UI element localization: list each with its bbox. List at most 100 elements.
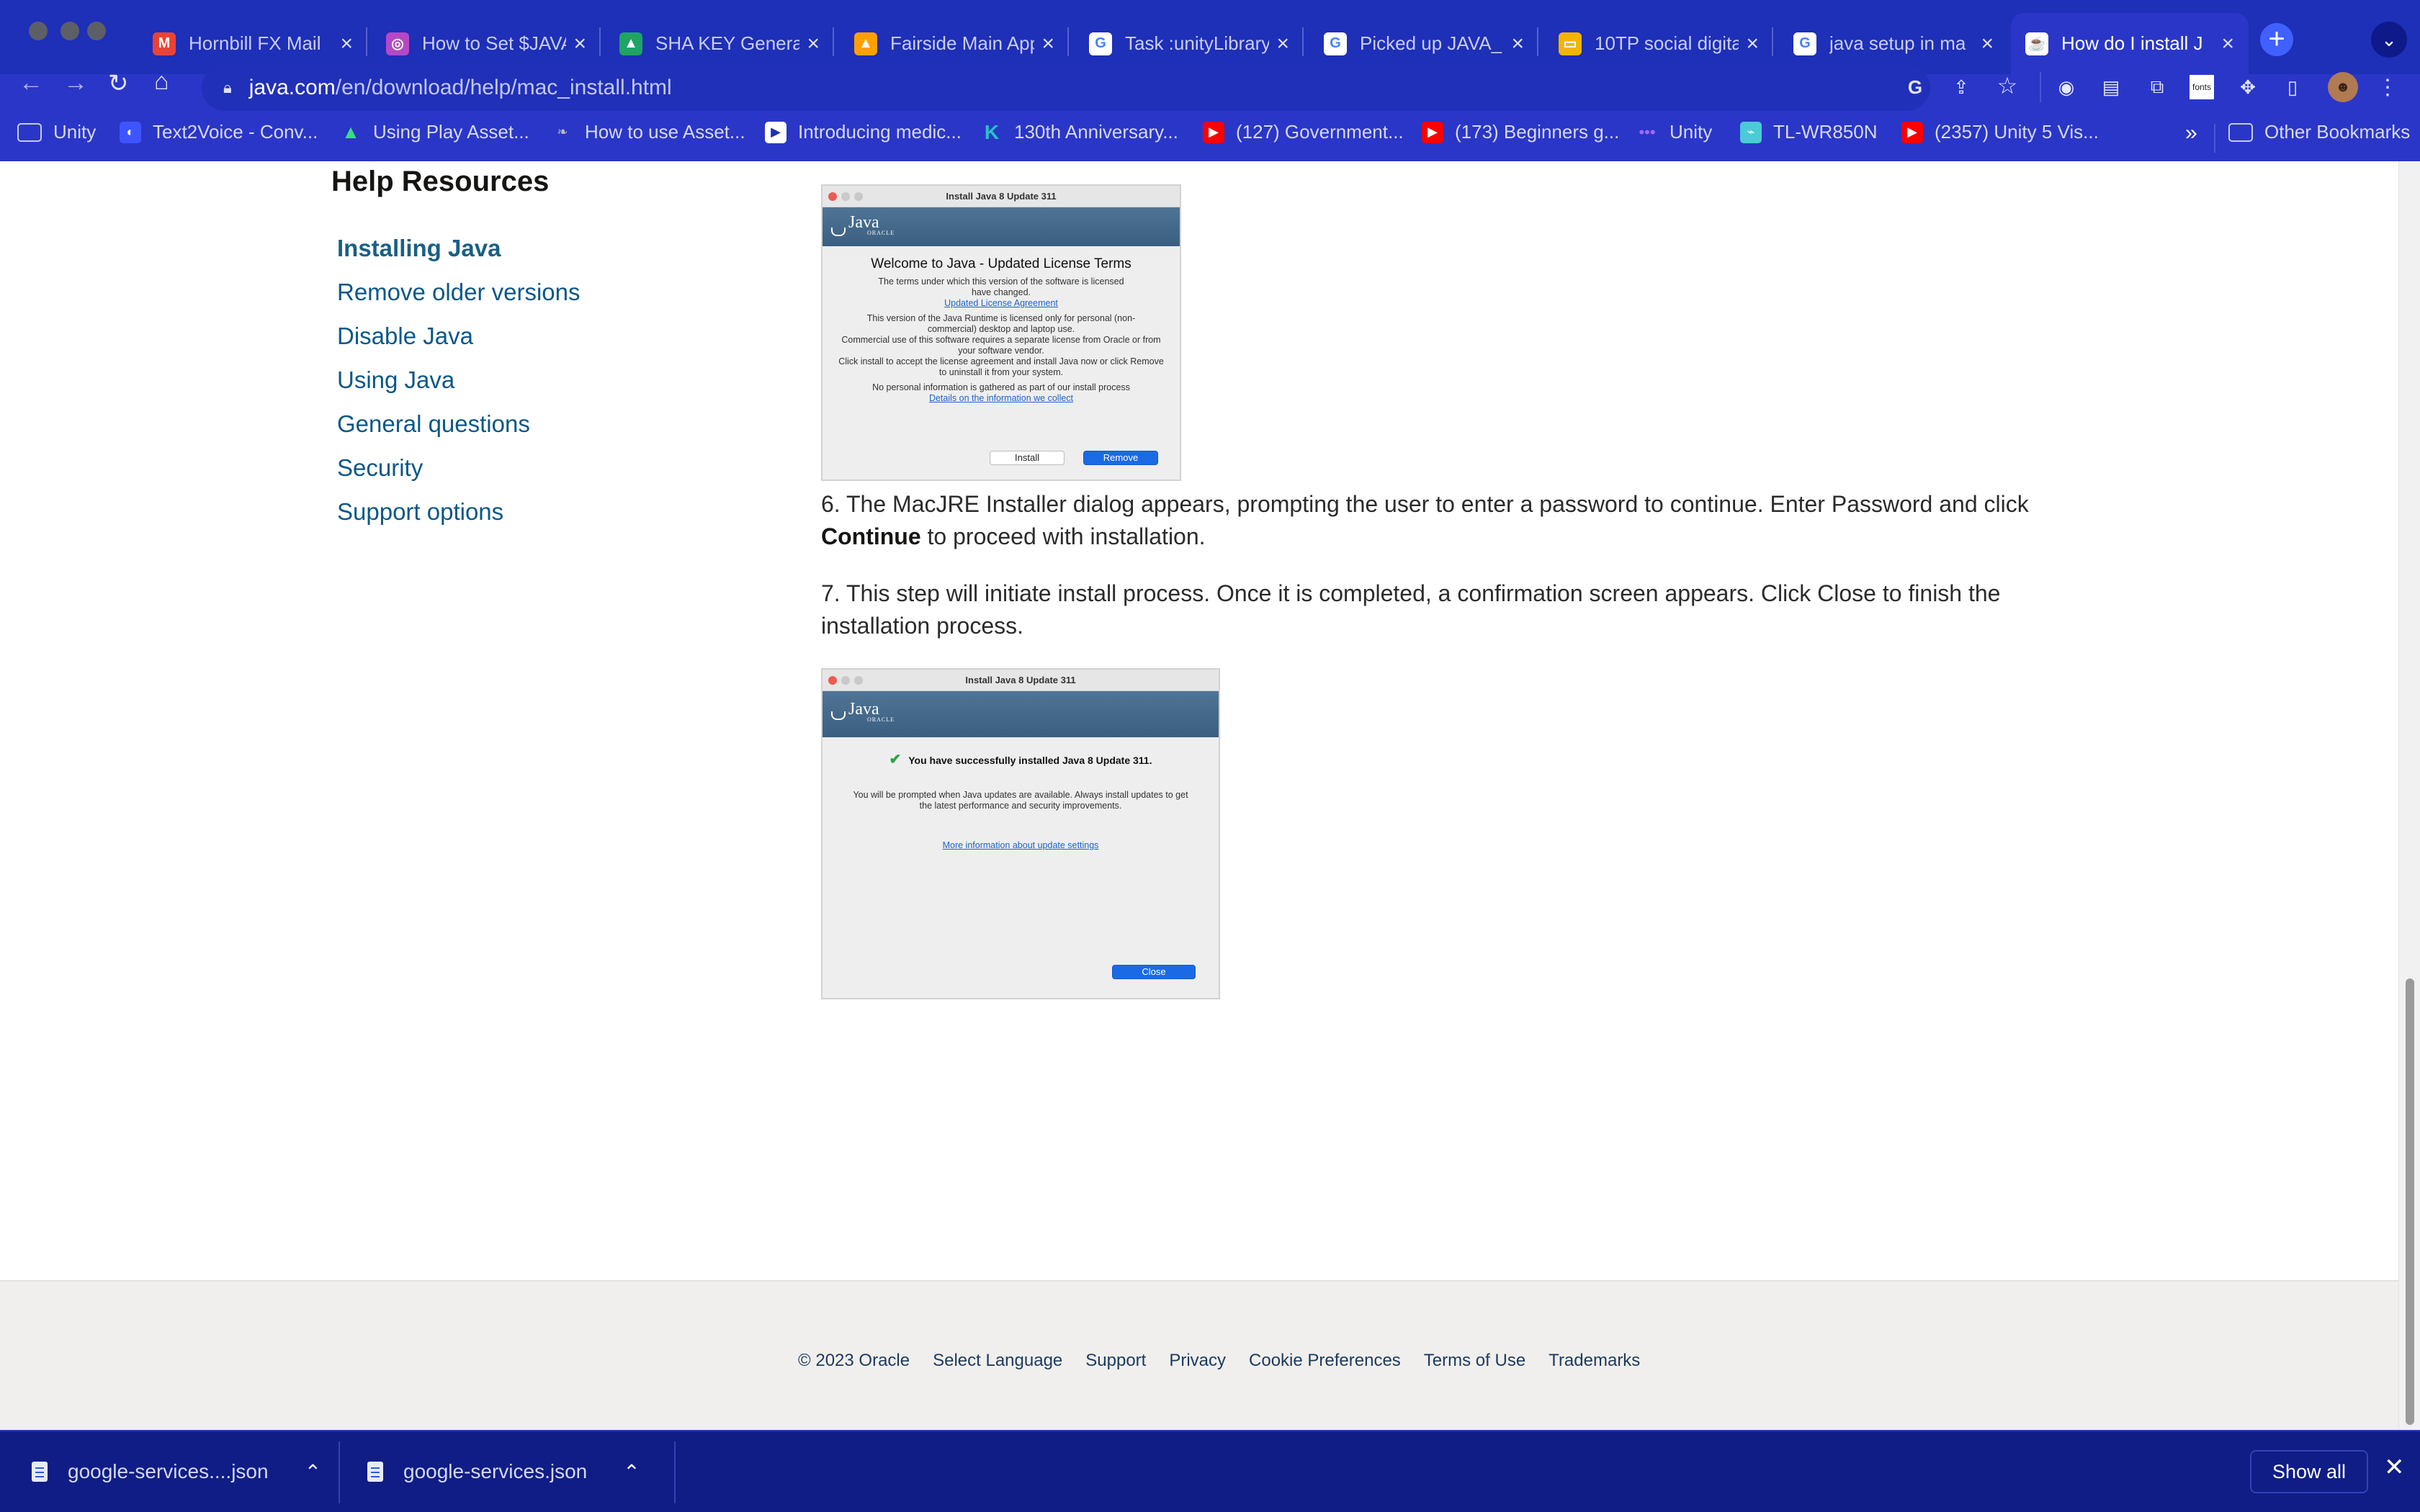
sidebar-link-using-java[interactable]: Using Java xyxy=(337,366,454,394)
address-bar[interactable]: 🔒︎ java.com/en/download/help/mac_install… xyxy=(202,65,1930,111)
bookmark-tl-wr850n[interactable]: ⌁ TL-WR850N xyxy=(1740,121,1877,143)
tab-title: How do I install J xyxy=(2061,32,2203,54)
google-icon: G xyxy=(1324,32,1347,55)
java-logo: Java ORACLE xyxy=(848,213,895,236)
window-title: Install Java 8 Update 311 xyxy=(823,670,1219,691)
bookmark-unity[interactable]: ••• Unity xyxy=(1636,121,1712,143)
footer-link-trademarks[interactable]: Trademarks xyxy=(1549,1351,1640,1371)
bookmarks-overflow-button[interactable]: » xyxy=(2185,121,2197,145)
page-scrollbar[interactable] xyxy=(2398,161,2420,1430)
oracle-logo-text: ORACLE xyxy=(867,716,895,723)
bookmark-unity-folder[interactable]: Unity xyxy=(17,121,96,143)
extensions-puzzle-icon[interactable]: ✥ xyxy=(2236,75,2260,99)
tab-title: SHA KEY Genera xyxy=(655,32,800,54)
window-minimize-button[interactable] xyxy=(60,22,79,40)
sidebar-link-disable-java[interactable]: Disable Java xyxy=(337,323,473,350)
window-close-button[interactable] xyxy=(29,22,48,40)
bookmark-youtube-unity5[interactable]: ▶ (2357) Unity 5 Vis... xyxy=(1901,121,2099,143)
footer-link-terms-of-use[interactable]: Terms of Use xyxy=(1424,1351,1525,1371)
document-file-icon xyxy=(367,1462,383,1482)
java-banner: Java ORACLE xyxy=(823,207,1180,246)
download-filename: google-services....json xyxy=(68,1460,269,1482)
close-icon[interactable]: × xyxy=(1041,32,1054,56)
share-icon[interactable]: ⇪ xyxy=(1949,75,1973,99)
close-icon[interactable]: × xyxy=(1746,32,1759,56)
scrollbar-thumb[interactable] xyxy=(2406,978,2414,1425)
step-6-text: 6. The MacJRE Installer dialog appears, … xyxy=(821,488,2103,553)
sidebar-link-security[interactable]: Security xyxy=(337,454,423,482)
bookmark-youtube-beginners[interactable]: ▶ (173) Beginners g... xyxy=(1422,121,1619,143)
footer-link-support[interactable]: Support xyxy=(1085,1351,1146,1371)
close-icon[interactable]: × xyxy=(1276,32,1289,56)
java-banner: Java ORACLE xyxy=(823,691,1219,737)
footer-link-privacy[interactable]: Privacy xyxy=(1169,1351,1226,1371)
download-item[interactable]: google-services.json ⌃ xyxy=(367,1431,640,1512)
sidebar-link-general-questions[interactable]: General questions xyxy=(337,410,530,438)
home-icon[interactable]: ⌂ xyxy=(154,68,169,96)
site-icon: ❧ xyxy=(557,125,568,139)
footer-link-select-language[interactable]: Select Language xyxy=(933,1351,1062,1371)
bookmark-130th-anniversary[interactable]: K 130th Anniversary... xyxy=(981,121,1178,143)
more-menu-icon[interactable]: ⋮ xyxy=(2375,75,2400,99)
bookmark-star-icon[interactable]: ☆ xyxy=(1995,73,2020,99)
downloads-shelf: google-services....json ⌃ google-service… xyxy=(0,1430,2420,1512)
download-item[interactable]: google-services....json ⌃ xyxy=(32,1431,321,1512)
installer-license-screenshot: Install Java 8 Update 311 Java ORACLE Wel… xyxy=(821,184,1181,481)
footer-link-cookie-preferences[interactable]: Cookie Preferences xyxy=(1249,1351,1401,1371)
close-icon[interactable]: × xyxy=(1511,32,1524,56)
close-icon[interactable]: × xyxy=(1981,32,1994,56)
extension-fonts-icon[interactable]: fonts xyxy=(2190,75,2214,99)
youtube-icon: ▶ xyxy=(1422,121,1443,143)
sidebar-link-remove-older-versions[interactable]: Remove older versions xyxy=(337,279,580,306)
window-title: Install Java 8 Update 311 xyxy=(823,186,1180,207)
bookmark-text2voice[interactable]: ◐ Text2Voice - Conv... xyxy=(120,121,318,143)
java-cup-icon xyxy=(830,697,846,721)
java-cup-icon xyxy=(830,213,846,238)
google-drive-icon: ▲ xyxy=(619,32,642,55)
site-icon: ▶ xyxy=(765,121,786,143)
close-icon[interactable]: ✕ xyxy=(2384,1453,2405,1482)
extension-printer-icon[interactable]: ▤ xyxy=(2099,75,2123,99)
bookmark-label: Unity xyxy=(1670,121,1713,143)
dialog-text: No personal information is gathered as p… xyxy=(872,382,1130,392)
license-agreement-link: Updated License Agreement xyxy=(944,298,1058,308)
dialog-heading: Welcome to Java - Updated License Terms xyxy=(871,256,1131,271)
new-tab-button[interactable]: + xyxy=(2260,23,2293,56)
back-icon[interactable]: ← xyxy=(19,69,43,97)
close-icon[interactable]: × xyxy=(807,32,820,56)
lock-icon: 🔒︎ xyxy=(223,78,232,96)
bookmark-play-asset[interactable]: ▲ Using Play Asset... xyxy=(340,121,529,143)
sidebar-link-support-options[interactable]: Support options xyxy=(337,498,503,526)
gmail-icon: M xyxy=(153,32,176,55)
tab-strip: M Hornbill FX Mail × ◎ How to Set $JAVA … xyxy=(0,0,2420,74)
close-icon[interactable]: × xyxy=(573,32,586,56)
tab-title: 10TP social digita xyxy=(1595,32,1739,54)
tab-search-button[interactable]: ⌄ xyxy=(2371,22,2407,58)
bookmark-other-bookmarks[interactable]: Other Bookmarks xyxy=(2228,121,2410,143)
tab-title: Picked up JAVA_ xyxy=(1360,32,1502,54)
sidebar-title: Help Resources xyxy=(331,166,550,197)
window-zoom-button[interactable] xyxy=(87,22,106,40)
reload-icon[interactable]: ↻ xyxy=(108,69,129,98)
forward-icon[interactable]: → xyxy=(63,69,88,97)
show-all-button[interactable]: Show all xyxy=(2250,1450,2368,1493)
chevron-up-icon[interactable]: ⌃ xyxy=(623,1460,640,1484)
url-text[interactable]: java.com/en/download/help/mac_install.ht… xyxy=(249,76,672,100)
tab-active[interactable]: ☕ How do I install J × xyxy=(2011,13,2249,74)
extension-grammarly-icon[interactable]: ◉ xyxy=(2054,75,2079,99)
chevron-up-icon[interactable]: ⌃ xyxy=(305,1460,321,1484)
bookmark-how-to-use-asset[interactable]: ❧ How to use Asset... xyxy=(552,121,745,143)
avatar[interactable]: ☻ xyxy=(2328,72,2358,102)
bookmark-introducing-medic[interactable]: ▶ Introducing medic... xyxy=(765,121,962,143)
close-icon[interactable]: × xyxy=(340,32,353,56)
google-lens-icon[interactable]: G xyxy=(1903,75,1927,99)
android-icon: ▲ xyxy=(341,121,360,143)
copyright-text: © 2023 Oracle xyxy=(798,1351,910,1370)
bookmark-label: (127) Government... xyxy=(1236,121,1404,143)
side-panel-icon[interactable]: ▯ xyxy=(2280,75,2305,99)
extension-translate-icon[interactable]: ⧉ xyxy=(2145,75,2169,99)
sidebar-link-installing-java[interactable]: Installing Java xyxy=(337,235,501,262)
close-icon[interactable]: × xyxy=(2221,32,2234,56)
bookmark-youtube-government[interactable]: ▶ (127) Government... xyxy=(1203,121,1404,143)
information-collect-link: Details on the information we collect xyxy=(928,393,1074,403)
